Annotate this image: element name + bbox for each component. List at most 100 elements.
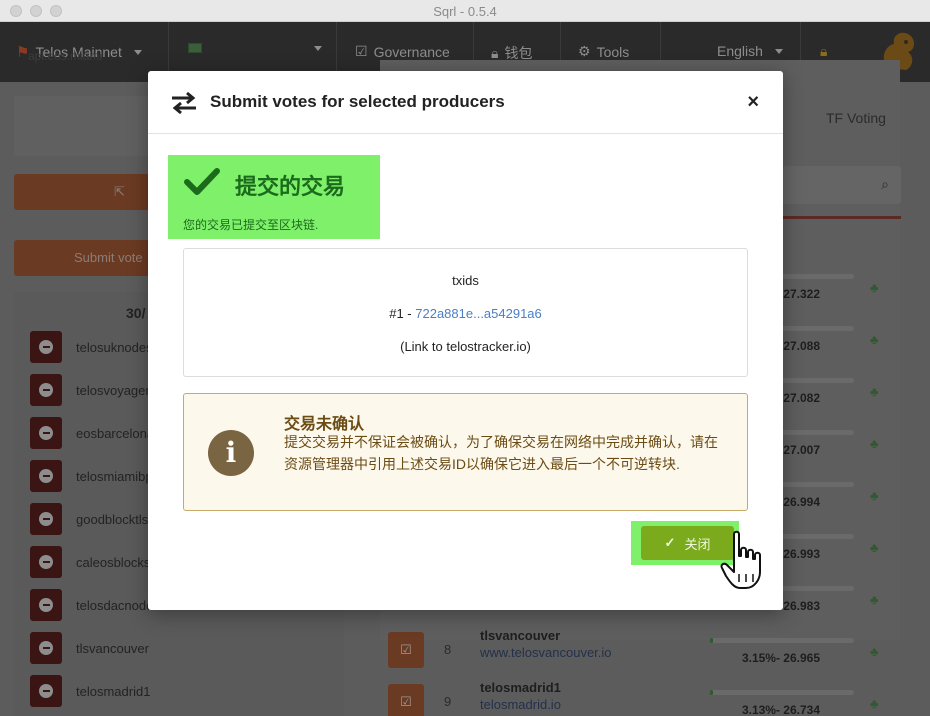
chevron-down-icon [133, 49, 142, 55]
remove-vote-button[interactable] [30, 546, 62, 578]
producer-url[interactable]: www.telosvancouver.io [480, 645, 612, 660]
warning-text: 提交交易并不保证会被确认，为了确保交易在网络中完成并确认，请在资源管理器中引用上… [284, 434, 718, 472]
minus-icon [39, 555, 53, 569]
chevron-down-icon [774, 48, 783, 54]
node-url: api.eos.miami [28, 49, 103, 63]
txid-link[interactable]: 722a881e...a54291a6 [415, 306, 542, 321]
producer-name: caleosblocks [76, 554, 151, 570]
leaf-icon: ♣ [870, 696, 879, 711]
unconfirmed-warning: i 交易未确认 提交交易并不保证会被确认，为了确保交易在网络中完成并确认，请在资… [183, 393, 748, 511]
vote-progress-bar [710, 638, 854, 643]
minus-icon [39, 469, 53, 483]
menu-tools-label: Tools [596, 43, 630, 60]
remove-vote-button[interactable] [30, 503, 62, 535]
list-item: goodblocktls [30, 503, 148, 535]
menu-governance-label: Governance [373, 43, 450, 60]
minus-icon [39, 340, 53, 354]
lock-icon: 🔒︎ [820, 43, 828, 59]
share-icon: ⇱ [114, 184, 125, 199]
leaf-icon: ♣ [870, 384, 879, 399]
list-item: caleosblocks [30, 546, 150, 578]
submit-votes-label: Submit vote [74, 250, 143, 265]
txid-line: #1 - 722a881e...a54291a6 [184, 306, 747, 321]
search-input[interactable]: ⌕ [783, 166, 901, 204]
vote-progress-fill [710, 690, 713, 695]
checkmark-icon [184, 168, 220, 195]
block-info: 区块高度: 239410 api.eos.miami [28, 30, 131, 63]
txids-label: txids [452, 273, 479, 288]
leaf-icon: ♣ [870, 488, 879, 503]
account-icon [188, 43, 202, 53]
remove-vote-button[interactable] [30, 632, 62, 664]
vote-progress-bar [710, 690, 854, 695]
search-icon: ⌕ [881, 176, 889, 192]
remove-vote-button[interactable] [30, 417, 62, 449]
leaf-icon: ♣ [870, 540, 879, 555]
tab-tf-voting[interactable]: TF Voting [826, 110, 886, 126]
leaf-icon: ♣ [870, 280, 879, 295]
block-height: 区块高度: 239410 [28, 33, 132, 48]
remove-vote-button[interactable] [30, 331, 62, 363]
window-titlebar: Sqrl - 0.5.4 [0, 0, 930, 22]
producer-url[interactable]: telosmadrid.io [480, 697, 561, 712]
lock-icon: 🔒︎ [491, 44, 499, 61]
producer-name: tlsvancouver [76, 640, 149, 656]
exchange-icon [172, 91, 196, 115]
leaf-icon: ♣ [870, 436, 879, 451]
submit-votes-modal: Submit votes for selected producers × 提交… [148, 71, 783, 610]
account-selector[interactable] [188, 43, 322, 53]
producer-name: telosuknodes [76, 339, 153, 355]
close-button-label: 关闭 [684, 536, 711, 552]
language-label: English [717, 43, 763, 59]
menu-governance[interactable]: ☑ Governance [355, 43, 450, 60]
vote-checkbox[interactable]: ☑ [388, 632, 424, 668]
list-item: telosuknodes [30, 331, 153, 363]
minus-icon [39, 641, 53, 655]
transaction-box: txids #1 - 722a881e...a54291a6 (Link to … [183, 248, 748, 377]
window-title: Sqrl - 0.5.4 [433, 4, 497, 19]
close-icon[interactable]: × [747, 91, 759, 114]
info-icon: i [208, 430, 254, 476]
success-text: 您的交易已提交至区块链. [183, 218, 319, 232]
checkbox-icon: ☑ [355, 43, 368, 59]
modal-header: Submit votes for selected producers × [148, 71, 783, 134]
list-item: tlsvancouver [30, 632, 149, 664]
check-icon: ✓ [664, 535, 676, 550]
minus-icon [39, 512, 53, 526]
list-item: telosvoyager [30, 374, 150, 406]
vote-count: 30/ [126, 305, 146, 321]
remove-vote-button[interactable] [30, 460, 62, 492]
remove-vote-button[interactable] [30, 589, 62, 621]
modal-title: Submit votes for selected producers [210, 92, 505, 111]
producer-name: telosvoyager [76, 382, 150, 398]
minus-icon [39, 383, 53, 397]
minus-icon [39, 426, 53, 440]
list-item: telosmiamibp [30, 460, 153, 492]
menu-tools[interactable]: ⚙ Tools [578, 43, 629, 60]
vote-percentage: 3.13%- 26.734 [741, 703, 820, 716]
hand-cursor-icon [720, 530, 761, 589]
list-item: telosdacnode [30, 589, 153, 621]
link-note: (Link to telostracker.io) [400, 339, 531, 354]
minus-icon [39, 598, 53, 612]
producer-name: telosmadrid1 [480, 680, 561, 695]
txid-prefix: #1 - [389, 306, 416, 321]
producer-name: telosmadrid1 [76, 683, 151, 699]
vote-checkbox[interactable]: ☑ [388, 684, 424, 716]
lock-wallet-button[interactable]: 🔒︎ [820, 43, 827, 60]
leaf-icon: ♣ [870, 644, 879, 659]
remove-vote-button[interactable] [30, 675, 62, 707]
chevron-down-icon [314, 45, 322, 51]
producer-name: tlsvancouver [480, 628, 561, 643]
producer-name: telosmiamibp [76, 468, 153, 484]
producer-name: goodblocktls [76, 511, 149, 527]
list-item: eosbarcelona [30, 417, 154, 449]
producer-name: eosbarcelona [76, 425, 155, 441]
remove-vote-button[interactable] [30, 374, 62, 406]
producer-rank: 8 [444, 642, 452, 657]
language-selector[interactable]: English [717, 43, 783, 59]
leaf-icon: ♣ [870, 332, 879, 347]
vote-progress-fill [710, 638, 713, 643]
success-heading: 提交的交易 [235, 174, 346, 199]
active-tab-indicator [783, 216, 901, 219]
